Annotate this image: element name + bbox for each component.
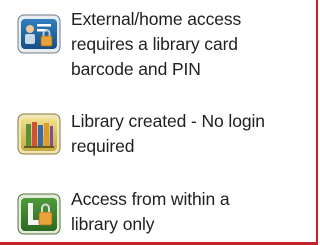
- legend-item-library-card: External/home access requires a library …: [17, 7, 320, 82]
- legend-item-library-created: Library created - No login required: [17, 109, 320, 159]
- legend-item-label: Access from within a library only: [71, 189, 230, 234]
- library-card-lock-icon: [17, 13, 61, 57]
- legend-item-label: Library created - No login required: [71, 111, 265, 156]
- library-lock-icon: [17, 192, 61, 236]
- legend-item-library-only: Access from within a library only: [17, 187, 320, 237]
- legend-item-label: External/home access requires a library …: [71, 9, 242, 79]
- book-shelf-icon: [17, 112, 61, 156]
